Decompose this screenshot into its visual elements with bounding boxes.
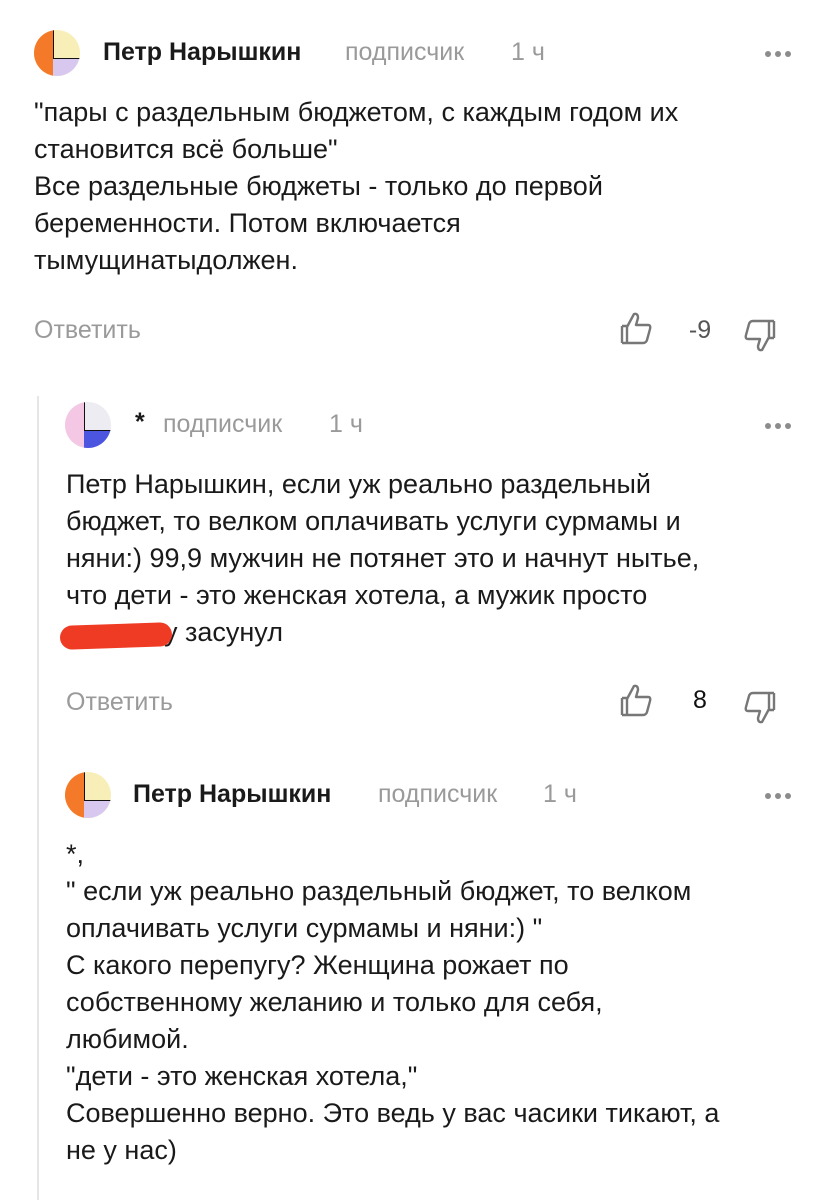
comment-text: *, " если уж реально раздельный бюджет, … (66, 839, 720, 1165)
comment-text: Петр Нарышкин, если уж реально раздельны… (66, 466, 806, 651)
avatar[interactable] (65, 772, 111, 818)
more-options-icon[interactable] (765, 51, 793, 59)
more-options-icon[interactable] (765, 423, 793, 431)
thumbs-down-icon[interactable] (742, 690, 778, 726)
comment-text: "пары с раздельным бюджетом, с каждым го… (34, 97, 679, 275)
thread-line (37, 396, 39, 1200)
author-role: подписчик (163, 410, 283, 438)
comment-text-line: что дети - это женская хотела, а мужик п… (66, 580, 648, 610)
comment-text-line: няни:) 99,9 мужчин не потянет это и начн… (66, 543, 700, 573)
avatar-icon (65, 402, 111, 448)
more-options-icon[interactable] (765, 793, 793, 801)
avatar-icon (65, 772, 111, 818)
reply-button[interactable]: Ответить (66, 688, 173, 717)
reply-button[interactable]: Ответить (34, 316, 141, 345)
timestamp: 1 ч (329, 410, 363, 438)
score: -9 (688, 316, 712, 344)
avatar-icon (34, 30, 80, 76)
timestamp: 1 ч (511, 38, 545, 66)
author-name[interactable]: * (135, 408, 145, 437)
comment-text-line: бюджет, то велком оплачивать услуги сурм… (66, 506, 681, 536)
avatar[interactable] (65, 402, 111, 448)
comment-text-line: Петр Нарышкин, если уж реально раздельны… (66, 469, 651, 499)
author-name[interactable]: Петр Нарышкин (103, 38, 301, 67)
score: 8 (693, 686, 707, 714)
thumbs-down-icon[interactable] (742, 318, 778, 354)
author-name[interactable]: Петр Нарышкин (133, 780, 331, 809)
redaction-mark (59, 622, 173, 650)
author-role: подписчик (345, 38, 465, 66)
comment-text-tail: у засунул (164, 617, 283, 647)
timestamp: 1 ч (543, 780, 577, 808)
avatar[interactable] (34, 30, 80, 76)
author-role: подписчик (378, 780, 498, 808)
thumbs-up-icon[interactable] (618, 682, 654, 718)
thumbs-up-icon[interactable] (618, 310, 654, 346)
